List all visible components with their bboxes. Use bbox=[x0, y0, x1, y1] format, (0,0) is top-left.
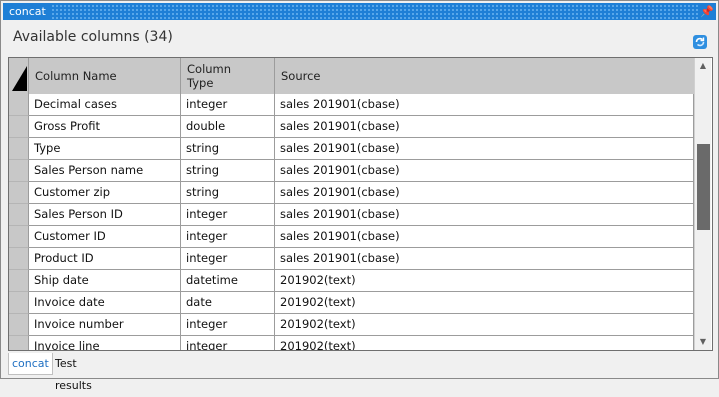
table-row[interactable]: Type string sales 201901(cbase) bbox=[9, 138, 694, 160]
column-header-type-line1: Column bbox=[187, 62, 232, 76]
column-source-cell[interactable]: sales 201901(cbase) bbox=[275, 94, 694, 116]
tab-test-results[interactable]: Test results bbox=[52, 353, 95, 392]
table-row[interactable]: Invoice number integer 201902(text) bbox=[9, 314, 694, 336]
table-row[interactable]: Ship date datetime 201902(text) bbox=[9, 270, 694, 292]
row-selector[interactable] bbox=[9, 204, 29, 226]
column-name-cell[interactable]: Customer ID bbox=[29, 226, 181, 248]
row-selector[interactable] bbox=[9, 116, 29, 138]
refresh-icon[interactable] bbox=[692, 34, 708, 50]
column-name-cell[interactable]: Sales Person ID bbox=[29, 204, 181, 226]
scrollbar-thumb[interactable] bbox=[697, 144, 710, 230]
column-source-cell[interactable]: sales 201901(cbase) bbox=[275, 226, 694, 248]
column-name-cell[interactable]: Product ID bbox=[29, 248, 181, 270]
select-all-corner[interactable] bbox=[9, 58, 29, 94]
column-type-cell[interactable]: double bbox=[181, 116, 275, 138]
column-name-cell[interactable]: Ship date bbox=[29, 270, 181, 292]
column-name-cell[interactable]: Type bbox=[29, 138, 181, 160]
vertical-scrollbar[interactable]: ▲ ▼ bbox=[694, 58, 711, 350]
column-name-cell[interactable]: Invoice line bbox=[29, 336, 181, 350]
panel-title: concat bbox=[3, 3, 50, 20]
pin-icon[interactable]: 📌 bbox=[700, 4, 714, 19]
tab-concat[interactable]: concat bbox=[8, 353, 53, 375]
row-selector[interactable] bbox=[9, 138, 29, 160]
row-selector[interactable] bbox=[9, 226, 29, 248]
column-source-cell[interactable]: 201902(text) bbox=[275, 270, 694, 292]
concat-panel: concat 📌 Available columns (34) Column N… bbox=[0, 0, 719, 392]
column-name-cell[interactable]: Customer zip bbox=[29, 182, 181, 204]
column-source-cell[interactable]: sales 201901(cbase) bbox=[275, 248, 694, 270]
row-selector[interactable] bbox=[9, 336, 29, 350]
column-header-type[interactable]: Column Type bbox=[181, 58, 275, 94]
table-row[interactable]: Invoice date date 201902(text) bbox=[9, 292, 694, 314]
column-type-cell[interactable]: string bbox=[181, 138, 275, 160]
corner-triangle-icon bbox=[12, 66, 27, 91]
column-header-source[interactable]: Source bbox=[275, 58, 694, 94]
column-source-cell[interactable]: sales 201901(cbase) bbox=[275, 160, 694, 182]
column-type-cell[interactable]: date bbox=[181, 292, 275, 314]
scroll-down-arrow-icon[interactable]: ▼ bbox=[695, 334, 711, 350]
column-source-cell[interactable]: sales 201901(cbase) bbox=[275, 204, 694, 226]
column-source-cell[interactable]: sales 201901(cbase) bbox=[275, 116, 694, 138]
column-type-cell[interactable]: integer bbox=[181, 226, 275, 248]
row-selector[interactable] bbox=[9, 314, 29, 336]
grid-header: Column Name Column Type Source bbox=[9, 58, 694, 94]
table-row[interactable]: Invoice line integer 201902(text) bbox=[9, 336, 694, 350]
column-name-cell[interactable]: Invoice number bbox=[29, 314, 181, 336]
column-type-cell[interactable]: integer bbox=[181, 336, 275, 350]
column-source-cell[interactable]: sales 201901(cbase) bbox=[275, 138, 694, 160]
table-row[interactable]: Customer ID integer sales 201901(cbase) bbox=[9, 226, 694, 248]
column-source-cell[interactable]: 201902(text) bbox=[275, 314, 694, 336]
panel-titlebar[interactable]: concat 📌 bbox=[3, 3, 716, 20]
columns-grid: Column Name Column Type Source Decimal c… bbox=[8, 57, 713, 351]
column-type-cell[interactable]: string bbox=[181, 160, 275, 182]
column-type-cell[interactable]: integer bbox=[181, 94, 275, 116]
column-source-cell[interactable]: 201902(text) bbox=[275, 292, 694, 314]
available-columns-heading: Available columns (34) bbox=[13, 29, 173, 45]
column-header-type-line2: Type bbox=[187, 76, 214, 90]
table-row[interactable]: Customer zip string sales 201901(cbase) bbox=[9, 182, 694, 204]
table-row[interactable]: Sales Person name string sales 201901(cbas… bbox=[9, 160, 694, 182]
column-name-cell[interactable]: Decimal cases bbox=[29, 94, 181, 116]
column-type-cell[interactable]: integer bbox=[181, 204, 275, 226]
column-header-name[interactable]: Column Name bbox=[29, 58, 181, 94]
row-selector[interactable] bbox=[9, 182, 29, 204]
table-row[interactable]: Decimal cases integer sales 201901(cbase) bbox=[9, 94, 694, 116]
table-row[interactable]: Gross Profit double sales 201901(cbase) bbox=[9, 116, 694, 138]
row-selector[interactable] bbox=[9, 248, 29, 270]
column-type-cell[interactable]: string bbox=[181, 182, 275, 204]
row-selector[interactable] bbox=[9, 94, 29, 116]
column-source-cell[interactable]: sales 201901(cbase) bbox=[275, 182, 694, 204]
column-type-cell[interactable]: integer bbox=[181, 314, 275, 336]
column-header-name-label: Column Name bbox=[35, 69, 117, 83]
table-row[interactable]: Product ID integer sales 201901(cbase) bbox=[9, 248, 694, 270]
column-type-cell[interactable]: integer bbox=[181, 248, 275, 270]
column-name-cell[interactable]: Invoice date bbox=[29, 292, 181, 314]
column-header-source-label: Source bbox=[281, 69, 321, 83]
columns-header: Available columns (34) bbox=[3, 21, 716, 55]
row-selector[interactable] bbox=[9, 292, 29, 314]
column-type-cell[interactable]: datetime bbox=[181, 270, 275, 292]
column-name-cell[interactable]: Sales Person name bbox=[29, 160, 181, 182]
column-source-cell[interactable]: 201902(text) bbox=[275, 336, 694, 350]
column-header-type-label: Column Type bbox=[187, 62, 231, 90]
column-name-cell[interactable]: Gross Profit bbox=[29, 116, 181, 138]
table-row[interactable]: Sales Person ID integer sales 201901(cbase… bbox=[9, 204, 694, 226]
row-selector[interactable] bbox=[9, 270, 29, 292]
row-selector[interactable] bbox=[9, 160, 29, 182]
scroll-up-arrow-icon[interactable]: ▲ bbox=[695, 58, 711, 74]
